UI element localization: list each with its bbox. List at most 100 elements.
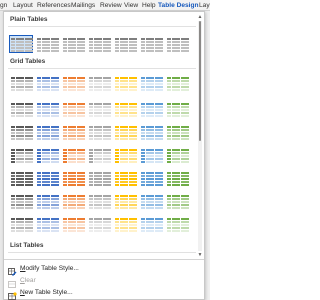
- ribbon-tab-layout[interactable]: Layout: [13, 1, 33, 10]
- table-style-cell: [11, 227, 15, 229]
- plain-table-style-5[interactable]: [114, 36, 137, 52]
- grid-table-style-5-1[interactable]: [10, 170, 33, 186]
- grid-table-style-7-6[interactable]: [140, 216, 163, 232]
- table-style-cell: [24, 184, 29, 186]
- table-style-cell: [185, 207, 189, 209]
- grid-table-style-1-7[interactable]: [166, 75, 189, 91]
- table-style-cell: [176, 112, 180, 114]
- table-style-cell: [76, 112, 81, 114]
- table-style-cell: [167, 158, 171, 160]
- new-table-style-menu-item[interactable]: New Table Style...: [6, 286, 202, 300]
- table-style-cell: [37, 227, 41, 229]
- plain-table-style-1[interactable]: [9, 35, 33, 53]
- ribbon-tab-mailings[interactable]: Mailings: [71, 1, 95, 10]
- ribbon-tab-help[interactable]: Help: [142, 1, 156, 10]
- plain-table-style-6[interactable]: [140, 36, 163, 52]
- table-style-cell: [145, 38, 150, 40]
- table-style-cell: [133, 230, 137, 232]
- grid-table-style-3-2[interactable]: [36, 124, 59, 140]
- table-style-cell: [159, 181, 163, 183]
- grid-table-style-5-2[interactable]: [36, 170, 59, 186]
- ribbon-tab-view[interactable]: View: [124, 1, 138, 10]
- ribbon-tab-review[interactable]: Review: [100, 1, 122, 10]
- grid-table-style-2-1[interactable]: [10, 101, 33, 117]
- grid-table-style-4-5[interactable]: [114, 147, 137, 163]
- grid-table-style-2-7[interactable]: [166, 101, 189, 117]
- grid-table-style-5-3[interactable]: [62, 170, 85, 186]
- scroll-down-arrow-icon[interactable]: ▼: [197, 252, 203, 258]
- grid-table-style-6-3[interactable]: [62, 193, 85, 209]
- grid-table-style-6-6[interactable]: [140, 193, 163, 209]
- grid-table-style-6-5[interactable]: [114, 193, 137, 209]
- grid-table-style-3-6[interactable]: [140, 124, 163, 140]
- grid-table-style-2-5[interactable]: [114, 101, 137, 117]
- table-style-cell: [185, 227, 189, 229]
- grid-table-style-3-3[interactable]: [62, 124, 85, 140]
- grid-table-style-1-2[interactable]: [36, 75, 59, 91]
- grid-table-style-6-2[interactable]: [36, 193, 59, 209]
- grid-table-style-1-5[interactable]: [114, 75, 137, 91]
- grid-table-style-2-6[interactable]: [140, 101, 163, 117]
- plain-table-style-3[interactable]: [62, 36, 85, 52]
- table-style-cell: [167, 172, 171, 174]
- ribbon-tab-references[interactable]: References: [37, 1, 71, 10]
- ribbon-tab-design[interactable]: gn: [0, 1, 7, 10]
- grid-table-style-4-3[interactable]: [62, 147, 85, 163]
- grid-table-style-5-7[interactable]: [166, 170, 189, 186]
- plain-table-style-7[interactable]: [166, 36, 189, 52]
- grid-table-style-1-4[interactable]: [88, 75, 111, 91]
- ribbon-tab-table-design[interactable]: Table Design: [158, 1, 199, 10]
- table-style-cell: [176, 138, 180, 140]
- table-style-cell: [37, 89, 41, 91]
- grid-table-style-6-1[interactable]: [10, 193, 33, 209]
- table-style-cell: [11, 38, 15, 40]
- table-style-cell: [107, 224, 111, 226]
- grid-table-style-5-4[interactable]: [88, 170, 111, 186]
- plain-table-style-2[interactable]: [36, 36, 59, 52]
- grid-table-style-7-2[interactable]: [36, 216, 59, 232]
- table-style-cell: [81, 47, 85, 49]
- grid-table-style-5-5[interactable]: [114, 170, 137, 186]
- table-style-cell: [128, 218, 133, 220]
- grid-table-style-2-2[interactable]: [36, 101, 59, 117]
- grid-table-style-6-4[interactable]: [88, 193, 111, 209]
- table-style-cell: [167, 155, 171, 157]
- ribbon-tab-table-layout[interactable]: Layout: [199, 1, 210, 10]
- grid-table-style-6-7[interactable]: [166, 193, 189, 209]
- grid-table-style-4-1[interactable]: [10, 147, 33, 163]
- grid-table-style-4-2[interactable]: [36, 147, 59, 163]
- grid-table-style-3-4[interactable]: [88, 124, 111, 140]
- scroll-up-arrow-icon[interactable]: ▲: [197, 14, 203, 20]
- grid-table-style-7-1[interactable]: [10, 216, 33, 232]
- table-style-cell: [119, 227, 124, 229]
- table-style-cell: [15, 224, 20, 226]
- grid-table-style-7-3[interactable]: [62, 216, 85, 232]
- table-style-cell: [115, 103, 119, 105]
- table-style-cell: [46, 83, 50, 85]
- table-style-cell: [67, 155, 72, 157]
- grid-table-style-3-5[interactable]: [114, 124, 137, 140]
- grid-table-style-1-3[interactable]: [62, 75, 85, 91]
- grid-table-style-4-6[interactable]: [140, 147, 163, 163]
- grid-table-style-2-3[interactable]: [62, 101, 85, 117]
- scrollbar-track[interactable]: [198, 21, 202, 251]
- grid-table-style-7-5[interactable]: [114, 216, 137, 232]
- grid-table-style-7-4[interactable]: [88, 216, 111, 232]
- table-style-cell: [115, 201, 119, 203]
- grid-table-style-4-7[interactable]: [166, 147, 189, 163]
- grid-table-style-3-7[interactable]: [166, 124, 189, 140]
- grid-table-style-1-6[interactable]: [140, 75, 163, 91]
- plain-table-style-4[interactable]: [88, 36, 111, 52]
- grid-table-style-7-7[interactable]: [166, 216, 189, 232]
- scrollbar-thumb[interactable]: [199, 21, 201, 141]
- grid-table-style-1-1[interactable]: [10, 75, 33, 91]
- table-style-cell: [15, 112, 20, 114]
- grid-table-style-3-1[interactable]: [10, 124, 33, 140]
- grid-table-style-4-4[interactable]: [88, 147, 111, 163]
- grid-table-style-2-4[interactable]: [88, 101, 111, 117]
- table-style-cell: [11, 135, 15, 137]
- table-style-cell: [180, 149, 185, 151]
- gallery-scrollbar[interactable]: ▲ ▼: [197, 14, 203, 258]
- grid-table-style-5-6[interactable]: [140, 170, 163, 186]
- table-style-cell: [89, 198, 93, 200]
